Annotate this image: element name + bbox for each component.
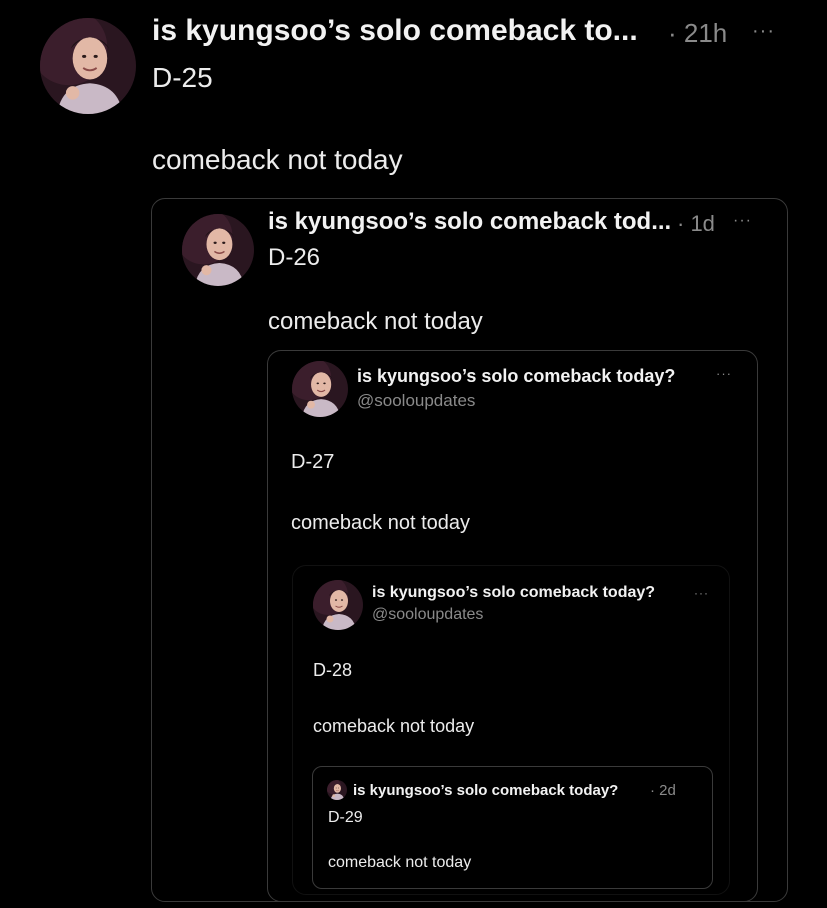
author-handle[interactable]: @sooloupdates (372, 606, 483, 624)
author-name[interactable]: is kyungsoo’s solo comeback today? (357, 366, 675, 387)
post-line-2: comeback not today (313, 716, 475, 736)
post-line-1: D-29 (328, 809, 363, 826)
post-line-1: D-28 (313, 660, 353, 680)
more-options-icon[interactable]: ··· (694, 586, 709, 600)
avatar[interactable] (40, 18, 136, 114)
more-options-icon[interactable]: ··· (733, 212, 752, 230)
avatar[interactable] (292, 361, 348, 417)
author-name[interactable]: is kyungsoo’s solo comeback today? (353, 782, 618, 799)
post-line-2: comeback not today (328, 854, 472, 871)
author-name[interactable]: is kyungsoo’s solo comeback tod... (268, 208, 671, 236)
post-line-1: D-26 (268, 244, 321, 271)
avatar[interactable] (327, 780, 347, 800)
author-name[interactable]: is kyungsoo’s solo comeback to... (152, 14, 638, 48)
avatar[interactable] (182, 214, 254, 286)
timestamp[interactable]: · 21h (668, 18, 727, 49)
timestamp[interactable]: · 1d (677, 211, 715, 237)
post-line-1: D-27 (291, 451, 335, 473)
more-options-icon[interactable]: ··· (752, 20, 775, 43)
author-handle[interactable]: @sooloupdates (357, 391, 475, 411)
author-name[interactable]: is kyungsoo’s solo comeback today? (372, 584, 655, 602)
post-line-1: D-25 (152, 62, 213, 93)
timestamp[interactable]: · 2d (650, 782, 676, 799)
post-line-2: comeback not today (152, 144, 403, 175)
post-line-2: comeback not today (268, 308, 483, 335)
more-options-icon[interactable]: ··· (716, 366, 732, 381)
post-line-2: comeback not today (291, 512, 470, 534)
avatar[interactable] (313, 580, 363, 630)
